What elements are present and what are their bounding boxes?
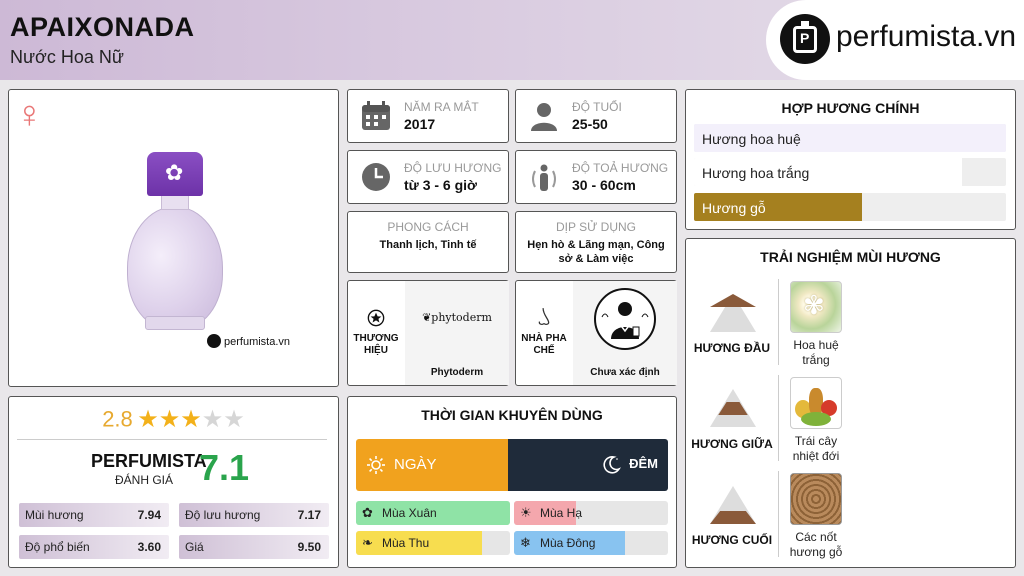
info-brand[interactable]: THƯƠNG HIỆU ❦phytoderm Phytoderm (347, 280, 509, 386)
person-icon (531, 103, 557, 131)
star-icon: ★ (137, 406, 159, 433)
info-longevity: ĐỘ LƯU HƯƠNG từ 3 - 6 giờ (347, 150, 509, 204)
page-title: APAIXONADA (10, 12, 195, 42)
logo-text: perfumista.vn (836, 20, 1017, 53)
perfumista-label: PERFUMISTA (91, 451, 207, 471)
moon-icon (603, 456, 621, 474)
perfumer-portrait-icon (594, 288, 656, 350)
perfumer-label: NHÀ PHA CHẾ (521, 333, 567, 356)
leaf-icon: ❧ (362, 535, 373, 550)
star-icon: ★ (223, 406, 245, 433)
notes-card: TRẢI NGHIỆM MÙI HƯƠNG HƯƠNG ĐẦU ✾ Hoa hu… (685, 238, 1016, 568)
clock-icon (362, 163, 390, 191)
layer-middle-label: HƯƠNG GIỮA (691, 437, 773, 451)
brand-logo-text: ❦phytoderm (422, 311, 492, 324)
note-name: Các nốt hương gỗ (789, 530, 843, 559)
sun-icon: ☀ (520, 505, 532, 520)
accord-row: Hương gỗ (694, 193, 1006, 221)
layer-base-label: HƯƠNG CUỐI (691, 533, 773, 547)
age-range: 25-50 (572, 116, 608, 132)
season-autumn: ❧ Mùa Thu (356, 531, 510, 555)
product-image-card: ♀ ✿ perfumista.vn (8, 89, 339, 387)
flower-icon: ✿ (362, 505, 373, 520)
info-sillage: ĐỘ TOẢ HƯƠNG 30 - 60cm (515, 150, 677, 204)
night-bar: ĐÊM (508, 439, 668, 491)
user-rating: 2.8 ★★★★★ (9, 405, 338, 434)
time-card: THỜI GIAN KHUYÊN DÙNG NGÀY ĐÊM ✿ Mùa Xuâ… (347, 396, 677, 568)
info-year: NĂM RA MẮT 2017 (347, 89, 509, 143)
info-age: ĐỘ TUỔI 25-50 (515, 89, 677, 143)
day-bar: NGÀY (356, 439, 508, 491)
rating-card: 2.8 ★★★★★ PERFUMISTA ĐÁNH GIÁ 7.1 Mùi hư… (8, 396, 339, 568)
accords-card: HỢP HƯƠNG CHÍNH Hương hoa huệ Hương hoa … (685, 89, 1016, 230)
night-label: ĐÊM (629, 456, 658, 471)
time-title: THỜI GIAN KHUYÊN DÙNG (421, 407, 603, 423)
metric-scent: Mùi hương 7.94 (19, 503, 169, 527)
note-image-wood[interactable] (790, 473, 842, 525)
style-value: Thanh lịch, Tinh tế (379, 239, 477, 251)
snowflake-icon: ❄ (520, 535, 531, 550)
perfumer-name: Chưa xác định (590, 367, 660, 378)
page-subtitle: Nước Hoa Nữ (10, 47, 124, 67)
leaf-logo-icon: ❦ (422, 311, 432, 324)
metric-popularity: Độ phổ biến 3.60 (19, 535, 169, 559)
perfume-bottle-image[interactable]: ✿ (127, 152, 223, 330)
star-icon: ★ (201, 406, 224, 433)
sillage-icon (532, 164, 556, 191)
note-image-fruits[interactable] (790, 377, 842, 429)
female-symbol-icon: ♀ (15, 94, 44, 136)
sun-icon (367, 456, 385, 474)
occasion-value: Hẹn hò & Lãng mạn, Công sở & Làm việc (527, 239, 665, 265)
metric-longevity: Độ lưu hương 7.17 (179, 503, 329, 527)
season-winter: ❄ Mùa Đông (514, 531, 668, 555)
perfumista-sublabel: ĐÁNH GIÁ (115, 473, 174, 487)
info-occasion: DỊP SỬ DỤNG Hẹn hò & Lãng mạn, Công sở &… (515, 211, 677, 273)
notes-title: TRẢI NGHIỆM MÙI HƯƠNG (760, 249, 941, 265)
brand-label: THƯƠNG HIỆU (353, 333, 399, 356)
image-watermark: perfumista.vn (207, 334, 290, 348)
accords-title: HỢP HƯƠNG CHÍNH (781, 100, 920, 116)
accord-row: Hương hoa trắng (694, 158, 1006, 186)
layer-top-label: HƯƠNG ĐẦU (693, 341, 771, 355)
info-perfumer[interactable]: NHÀ PHA CHẾ Chưa xác định (515, 280, 677, 386)
star-icon: ★ (180, 406, 202, 433)
star-badge-icon (367, 309, 385, 327)
header: APAIXONADA Nước Hoa Nữ perfumista.vn (0, 0, 1024, 80)
logo-dot-icon (207, 334, 221, 348)
longevity-value: từ 3 - 6 giờ (404, 177, 477, 193)
lily-flower-icon: ✾ (803, 290, 825, 320)
sillage-value: 30 - 60cm (572, 177, 636, 193)
star-icon: ★ (158, 406, 181, 433)
info-style: PHONG CÁCH Thanh lịch, Tinh tế (347, 211, 509, 273)
perfume-bottle-logo-icon (780, 14, 830, 64)
divider (17, 439, 327, 440)
release-year: 2017 (404, 116, 436, 132)
note-name: Trái cây nhiệt đới (792, 434, 840, 463)
note-image-lily[interactable]: ✾ (790, 281, 842, 333)
brand-logo-box: ❦phytoderm Phytoderm (405, 281, 509, 385)
perfumer-portrait-box: Chưa xác định (573, 281, 677, 385)
day-label: NGÀY (394, 456, 437, 473)
metric-price: Giá 9.50 (179, 535, 329, 559)
perfumista-score: 7.1 (199, 447, 250, 488)
brand-logo[interactable]: perfumista.vn (766, 0, 1024, 80)
season-summer: ☀ Mùa Hạ (514, 501, 668, 525)
rating-score: 2.8 (102, 406, 133, 432)
calendar-icon (362, 101, 390, 130)
nose-icon (538, 308, 550, 325)
note-name: Hoa huệ trắng (793, 338, 839, 367)
season-spring: ✿ Mùa Xuân (356, 501, 510, 525)
accord-row: Hương hoa huệ (694, 124, 1006, 152)
brand-name: Phytoderm (430, 367, 484, 378)
